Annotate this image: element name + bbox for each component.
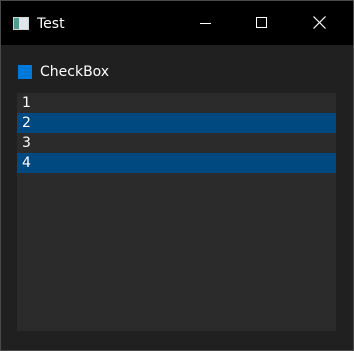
window-title: Test: [37, 16, 65, 32]
list-item[interactable]: 4: [17, 153, 336, 173]
app-window-icon: [13, 17, 29, 30]
list-box[interactable]: 1 2 3 4: [17, 93, 336, 331]
checkbox-label: CheckBox: [40, 64, 110, 80]
list-item[interactable]: 2: [17, 113, 336, 133]
close-button[interactable]: [296, 1, 342, 45]
minimize-icon: [200, 23, 211, 24]
application-window: Test CheckBox 1 2 3 4: [0, 0, 354, 351]
close-icon: [313, 16, 326, 29]
minimize-button[interactable]: [184, 1, 230, 45]
list-item[interactable]: 3: [17, 133, 336, 153]
list-item[interactable]: 1: [17, 93, 336, 113]
title-bar[interactable]: Test: [1, 1, 353, 45]
checkbox-box[interactable]: [18, 65, 32, 79]
maximize-icon: [256, 17, 267, 28]
maximize-button[interactable]: [238, 1, 284, 45]
